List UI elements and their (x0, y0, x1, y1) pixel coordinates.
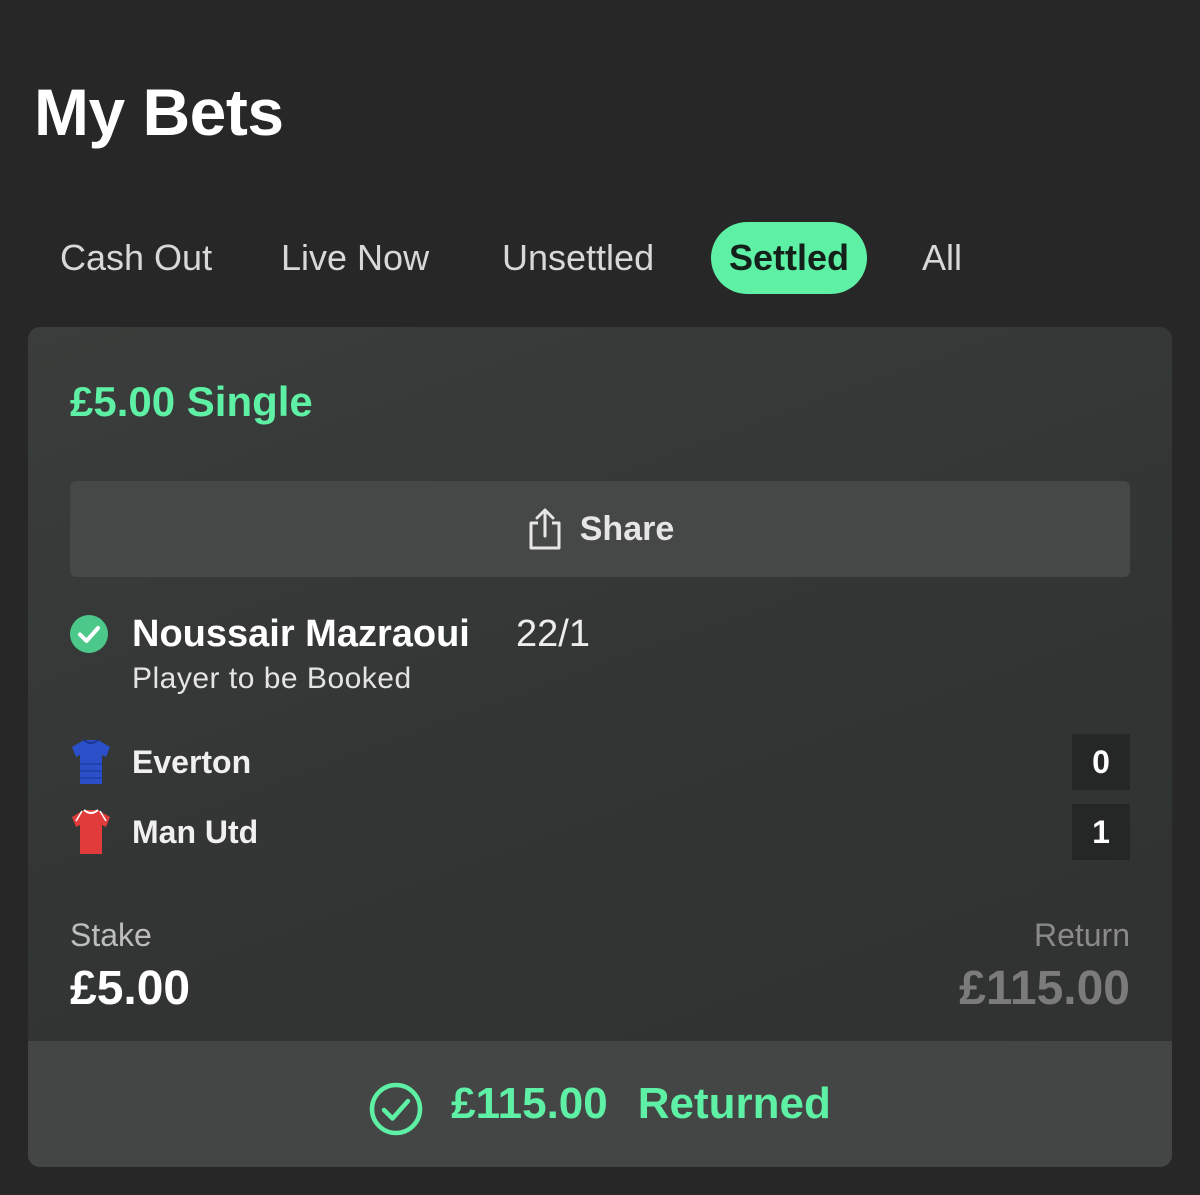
selection-player: Noussair Mazraoui (132, 613, 470, 655)
return-value: £115.00 (959, 962, 1130, 1015)
bet-filter-tabs: Cash Out Live Now Unsettled Settled All (0, 222, 1200, 294)
selection: Noussair Mazraoui 22/1 Player to be Book… (70, 609, 1130, 699)
tab-settled[interactable]: Settled (711, 222, 868, 294)
selection-market: Player to be Booked (132, 662, 412, 695)
team-name: Everton (132, 744, 252, 780)
share-label: Share (579, 509, 675, 548)
tab-all[interactable]: All (922, 222, 962, 294)
team-score: 0 (1072, 734, 1130, 790)
bet-card: £5.00 Single Share Noussair Mazraoui 22/… (28, 327, 1172, 1167)
shirt-icon (70, 738, 112, 786)
returned-label: Returned (637, 1079, 831, 1128)
bet-type-label: £5.00 Single (70, 378, 313, 425)
stake-value: £5.00 (70, 962, 191, 1015)
team-score: 1 (1072, 804, 1130, 860)
page-title: My Bets (34, 75, 284, 149)
share-button[interactable]: Share (70, 481, 1130, 577)
shirt-icon (70, 808, 112, 856)
return-label: Return (1033, 917, 1130, 953)
returned-amount: £115.00 (451, 1079, 608, 1128)
team-row-away: Man Utd 1 (70, 804, 1130, 860)
selection-odds: 22/1 (516, 613, 590, 655)
tab-live-now[interactable]: Live Now (281, 222, 429, 294)
team-name: Man Utd (132, 814, 259, 850)
team-row-home: Everton 0 (70, 734, 1130, 790)
stake-label: Stake (70, 917, 152, 953)
check-circle-outline-icon (369, 1082, 423, 1136)
share-icon (526, 507, 564, 551)
tab-unsettled[interactable]: Unsettled (502, 222, 654, 294)
check-circle-icon (70, 615, 108, 653)
tab-cash-out[interactable]: Cash Out (60, 222, 212, 294)
returned-banner: £115.00 Returned (28, 1041, 1172, 1167)
